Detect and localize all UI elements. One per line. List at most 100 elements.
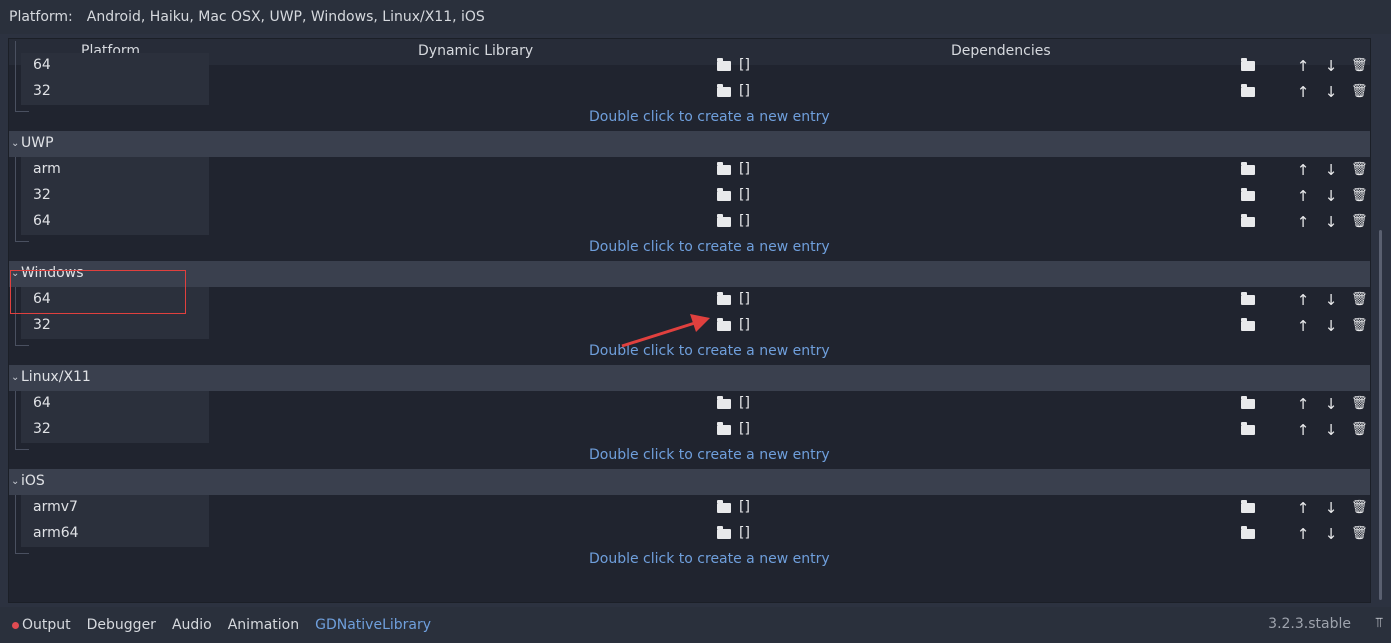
library-entry-row[interactable]: 32 [] ↑ ↓ 🗑 — [9, 417, 1370, 443]
tab-audio[interactable]: Audio — [172, 617, 212, 633]
folder-icon[interactable] — [717, 84, 731, 97]
move-down-icon[interactable]: ↓ — [1323, 161, 1339, 179]
folder-icon[interactable] — [1241, 292, 1255, 305]
trash-icon[interactable]: 🗑 — [1351, 291, 1368, 309]
create-new-entry-link[interactable]: Double click to create a new entry — [589, 239, 830, 255]
group-header[interactable]: ⌄ iOS — [9, 469, 1370, 495]
move-up-icon[interactable]: ↑ — [1295, 291, 1311, 309]
group-name: iOS — [21, 473, 45, 489]
library-entry-row[interactable]: 32 [] ↑ ↓ 🗑 — [9, 79, 1370, 105]
folder-icon[interactable] — [1241, 526, 1255, 539]
move-down-icon[interactable]: ↓ — [1323, 499, 1339, 517]
folder-icon[interactable] — [1241, 214, 1255, 227]
tab-output[interactable]: Output — [22, 617, 71, 633]
architecture-label: 32 — [33, 421, 51, 437]
chevron-down-icon[interactable]: ⌄ — [11, 372, 19, 383]
new-entry-row[interactable]: Double click to create a new entry — [9, 547, 1370, 573]
move-up-icon[interactable]: ↑ — [1295, 83, 1311, 101]
library-entry-row[interactable]: 64 [] ↑ ↓ 🗑 — [9, 209, 1370, 235]
move-up-icon[interactable]: ↑ — [1295, 395, 1311, 413]
annotation-arrow — [621, 314, 710, 348]
folder-icon[interactable] — [717, 526, 731, 539]
move-up-icon[interactable]: ↑ — [1295, 161, 1311, 179]
library-entry-row[interactable]: 32 [] ↑ ↓ 🗑 — [9, 183, 1370, 209]
group-header[interactable]: ⌄ Linux/X11 — [9, 365, 1370, 391]
architecture-label: 32 — [33, 187, 51, 203]
new-entry-row[interactable]: Double click to create a new entry — [9, 443, 1370, 469]
trash-icon[interactable]: 🗑 — [1351, 57, 1368, 75]
move-up-icon[interactable]: ↑ — [1295, 317, 1311, 335]
folder-icon[interactable] — [1241, 318, 1255, 331]
library-entry-row[interactable]: arm64 [] ↑ ↓ 🗑 — [9, 521, 1370, 547]
trash-icon[interactable]: 🗑 — [1351, 317, 1368, 335]
folder-icon[interactable] — [1241, 162, 1255, 175]
trash-icon[interactable]: 🗑 — [1351, 161, 1368, 179]
create-new-entry-link[interactable]: Double click to create a new entry — [589, 109, 830, 125]
folder-icon[interactable] — [1241, 188, 1255, 201]
folder-icon[interactable] — [717, 188, 731, 201]
folder-icon[interactable] — [1241, 58, 1255, 71]
library-entry-row[interactable]: 64 [] ↑ ↓ 🗑 — [9, 53, 1370, 79]
trash-icon[interactable]: 🗑 — [1351, 213, 1368, 231]
dynamic-library-value: [] — [739, 421, 750, 437]
move-down-icon[interactable]: ↓ — [1323, 57, 1339, 75]
tree-connector-end — [15, 111, 29, 112]
library-entry-row[interactable]: 64 [] ↑ ↓ 🗑 — [9, 391, 1370, 417]
folder-icon[interactable] — [717, 214, 731, 227]
chevron-down-icon[interactable]: ⌄ — [11, 476, 19, 487]
create-new-entry-link[interactable]: Double click to create a new entry — [589, 551, 830, 567]
move-down-icon[interactable]: ↓ — [1323, 187, 1339, 205]
move-down-icon[interactable]: ↓ — [1323, 421, 1339, 439]
folder-icon[interactable] — [717, 500, 731, 513]
move-down-icon[interactable]: ↓ — [1323, 525, 1339, 543]
dynamic-library-value: [] — [739, 317, 750, 333]
library-entry-row[interactable]: armv7 [] ↑ ↓ 🗑 — [9, 495, 1370, 521]
create-new-entry-link[interactable]: Double click to create a new entry — [589, 447, 830, 463]
folder-icon[interactable] — [1241, 396, 1255, 409]
tree-connector — [15, 41, 16, 111]
platform-label: Platform: — [9, 9, 73, 25]
folder-icon[interactable] — [717, 162, 731, 175]
version-label: 3.2.3.stable — [1268, 616, 1351, 632]
group-header[interactable]: ⌄ UWP — [9, 131, 1370, 157]
scrollbar-thumb[interactable] — [1379, 230, 1382, 600]
move-up-icon[interactable]: ↑ — [1295, 187, 1311, 205]
move-down-icon[interactable]: ↓ — [1323, 395, 1339, 413]
dynamic-library-value: [] — [739, 161, 750, 177]
trash-icon[interactable]: 🗑 — [1351, 187, 1368, 205]
move-down-icon[interactable]: ↓ — [1323, 317, 1339, 335]
tab-animation[interactable]: Animation — [228, 617, 299, 633]
trash-icon[interactable]: 🗑 — [1351, 421, 1368, 439]
tab-gdnativelibrary[interactable]: GDNativeLibrary — [315, 617, 431, 633]
dynamic-library-value: [] — [739, 213, 750, 229]
move-up-icon[interactable]: ↑ — [1295, 421, 1311, 439]
folder-icon[interactable] — [717, 422, 731, 435]
pin-panel-icon[interactable]: ⫪ — [1375, 615, 1383, 631]
move-down-icon[interactable]: ↓ — [1323, 291, 1339, 309]
move-up-icon[interactable]: ↑ — [1295, 499, 1311, 517]
dynamic-library-value: [] — [739, 187, 750, 203]
tab-debugger[interactable]: Debugger — [87, 617, 156, 633]
new-entry-row[interactable]: Double click to create a new entry — [9, 235, 1370, 261]
move-down-icon[interactable]: ↓ — [1323, 213, 1339, 231]
trash-icon[interactable]: 🗑 — [1351, 499, 1368, 517]
move-up-icon[interactable]: ↑ — [1295, 525, 1311, 543]
folder-icon[interactable] — [717, 58, 731, 71]
new-entry-row[interactable]: Double click to create a new entry — [9, 105, 1370, 131]
trash-icon[interactable]: 🗑 — [1351, 525, 1368, 543]
library-entry-row[interactable]: arm [] ↑ ↓ 🗑 — [9, 157, 1370, 183]
move-down-icon[interactable]: ↓ — [1323, 83, 1339, 101]
folder-icon[interactable] — [717, 292, 731, 305]
group-name: Linux/X11 — [21, 369, 91, 385]
dynamic-library-value: [] — [739, 499, 750, 515]
move-up-icon[interactable]: ↑ — [1295, 213, 1311, 231]
group-header[interactable]: ⌄ Windows — [9, 261, 1370, 287]
folder-icon[interactable] — [717, 396, 731, 409]
folder-icon[interactable] — [1241, 422, 1255, 435]
chevron-down-icon[interactable]: ⌄ — [11, 138, 19, 149]
folder-icon[interactable] — [1241, 84, 1255, 97]
trash-icon[interactable]: 🗑 — [1351, 395, 1368, 413]
trash-icon[interactable]: 🗑 — [1351, 83, 1368, 101]
move-up-icon[interactable]: ↑ — [1295, 57, 1311, 75]
folder-icon[interactable] — [1241, 500, 1255, 513]
